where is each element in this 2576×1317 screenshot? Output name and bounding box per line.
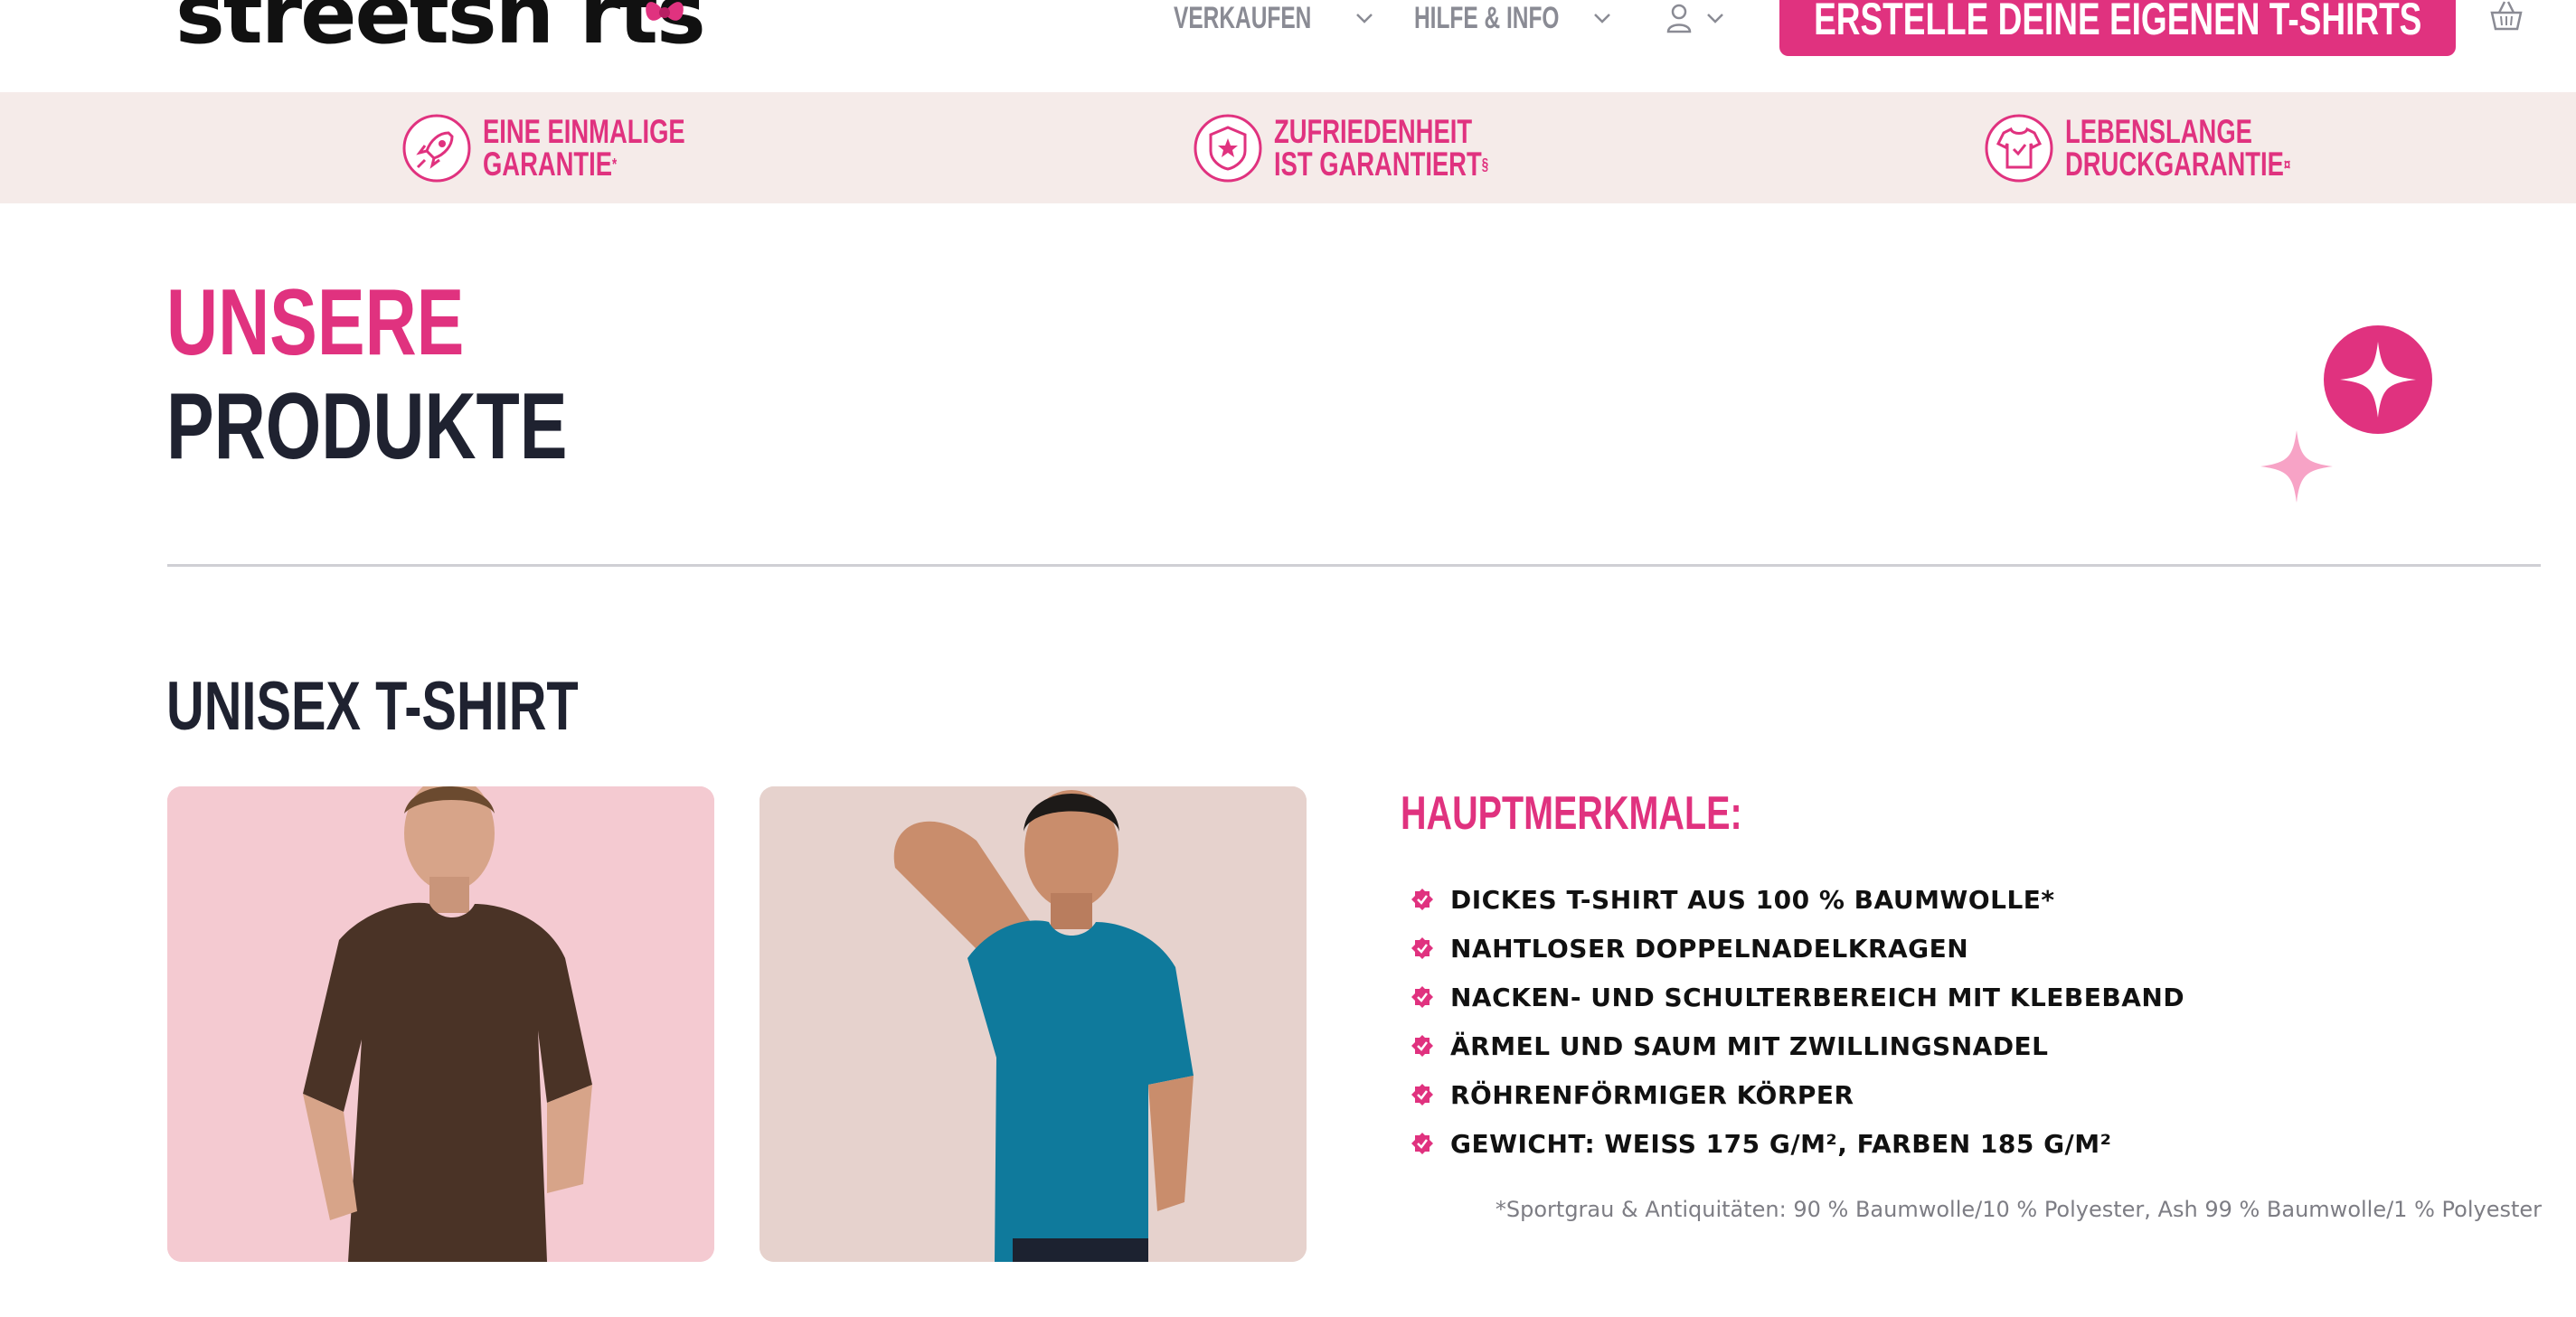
verified-check-icon: [1411, 937, 1433, 959]
guarantee-print-line2: Druckgarantie: [2065, 146, 2284, 183]
chevron-down-icon: [1355, 14, 1373, 24]
chevron-down-icon: [1594, 14, 1610, 24]
guarantee-satisfaction: Zufriedenheit ist garantiert§: [1193, 110, 1563, 186]
verified-check-icon: [1411, 1035, 1433, 1057]
guarantee-unique-line1: Eine einmalige: [483, 113, 685, 150]
feature-item: Röhrenförmiger Körper: [1411, 1070, 2184, 1119]
feature-list: Dickes T-Shirt aus 100 % Baumwolle* Naht…: [1411, 875, 2184, 1168]
feature-text: Gewicht: weiss 175 g/m², Farben 185 g/m²: [1450, 1128, 2112, 1159]
features-title: Hauptmerkmale:: [1401, 787, 1742, 840]
guarantee-unique-mark: *: [611, 155, 618, 174]
feature-text: Röhrenförmiger Körper: [1450, 1079, 1854, 1110]
model-blue-shirt-image: [760, 786, 1307, 1262]
section-divider: [167, 564, 2541, 567]
nav-verkaufen[interactable]: Verkaufen: [1174, 0, 1374, 36]
page-title-line1: Unsere: [166, 270, 465, 375]
product-name: Unisex T-Shirt: [166, 668, 579, 745]
verified-check-icon: [1411, 986, 1433, 1008]
verified-check-icon: [1411, 1133, 1433, 1154]
star-badge-icon: [1194, 114, 1262, 183]
verified-check-icon: [1411, 1084, 1433, 1105]
model-brown-shirt-image: [167, 786, 714, 1262]
guarantee-unique-line2: Garantie: [483, 146, 612, 183]
guarantee-unique: Eine einmalige Garantie*: [401, 110, 756, 186]
feature-item: Ärmel und Saum mit Zwillingsnadel: [1411, 1021, 2184, 1070]
logo[interactable]: streetshirts: [175, 0, 706, 62]
account-menu[interactable]: [1665, 0, 1725, 36]
rocket-icon: [402, 114, 471, 183]
guarantee-satisfaction-mark: §: [1481, 155, 1489, 174]
nav-hilfe-info-label: Hilfe & Info: [1414, 0, 1560, 35]
guarantee-band: Eine einmalige Garantie* Zufriedenheit i…: [0, 92, 2576, 203]
shirt-icon: [1985, 114, 2053, 183]
guarantee-satisfaction-text: Zufriedenheit ist garantiert§: [1274, 113, 1489, 183]
feature-text: Nacken- und Schulterbereich mit Klebeban…: [1450, 982, 2185, 1012]
guarantee-print-text: Lebenslange Druckgarantie¤: [2065, 113, 2291, 183]
logo-bow-icon: [646, 2, 684, 21]
user-icon: [1666, 4, 1692, 33]
verified-check-icon: [1411, 889, 1433, 910]
guarantee-print-line1: Lebenslange: [2065, 113, 2252, 150]
page-title-line2: Produkte: [166, 374, 568, 479]
feature-text: Ärmel und Saum mit Zwillingsnadel: [1450, 1030, 2049, 1061]
feature-text: Dickes T-Shirt aus 100 % Baumwolle*: [1450, 884, 2055, 915]
site-header: streetshirts Verkaufen Hilfe & Info Erst…: [0, 0, 2576, 92]
create-tshirt-button[interactable]: Erstelle deine eigenen T-Shirts: [1779, 0, 2456, 56]
feature-item: Nacken- und Schulterbereich mit Klebeban…: [1411, 973, 2184, 1021]
basket-icon[interactable]: [2486, 0, 2526, 33]
guarantee-satisfaction-line1: Zufriedenheit: [1274, 113, 1473, 150]
guarantee-satisfaction-line2: ist garantiert: [1274, 146, 1482, 183]
feature-item: Nahtloser Doppelnadelkragen: [1411, 924, 2184, 973]
guarantee-print-mark: ¤: [2283, 155, 2291, 174]
sparkle-decoration-icon: [2260, 325, 2432, 503]
feature-item: Gewicht: weiss 175 g/m², Farben 185 g/m²: [1411, 1119, 2184, 1168]
create-tshirt-label: Erstelle deine eigenen T-Shirts: [1813, 0, 2422, 44]
material-footnote: *Sportgrau & Antiquitäten: 90 % Baumwoll…: [1495, 1197, 2542, 1222]
nav-verkaufen-label: Verkaufen: [1174, 0, 1312, 35]
nav-hilfe-info[interactable]: Hilfe & Info: [1414, 0, 1612, 36]
chevron-down-icon: [1707, 14, 1723, 24]
product-photo-brown-shirt: [167, 786, 714, 1262]
logo-text: streetsh: [175, 0, 554, 62]
guarantee-unique-text: Eine einmalige Garantie*: [483, 113, 685, 183]
feature-text: Nahtloser Doppelnadelkragen: [1450, 933, 1969, 964]
feature-item: Dickes T-Shirt aus 100 % Baumwolle*: [1411, 875, 2184, 924]
product-photo-blue-shirt: [760, 786, 1307, 1262]
guarantee-print: Lebenslange Druckgarantie¤: [1984, 110, 2370, 186]
